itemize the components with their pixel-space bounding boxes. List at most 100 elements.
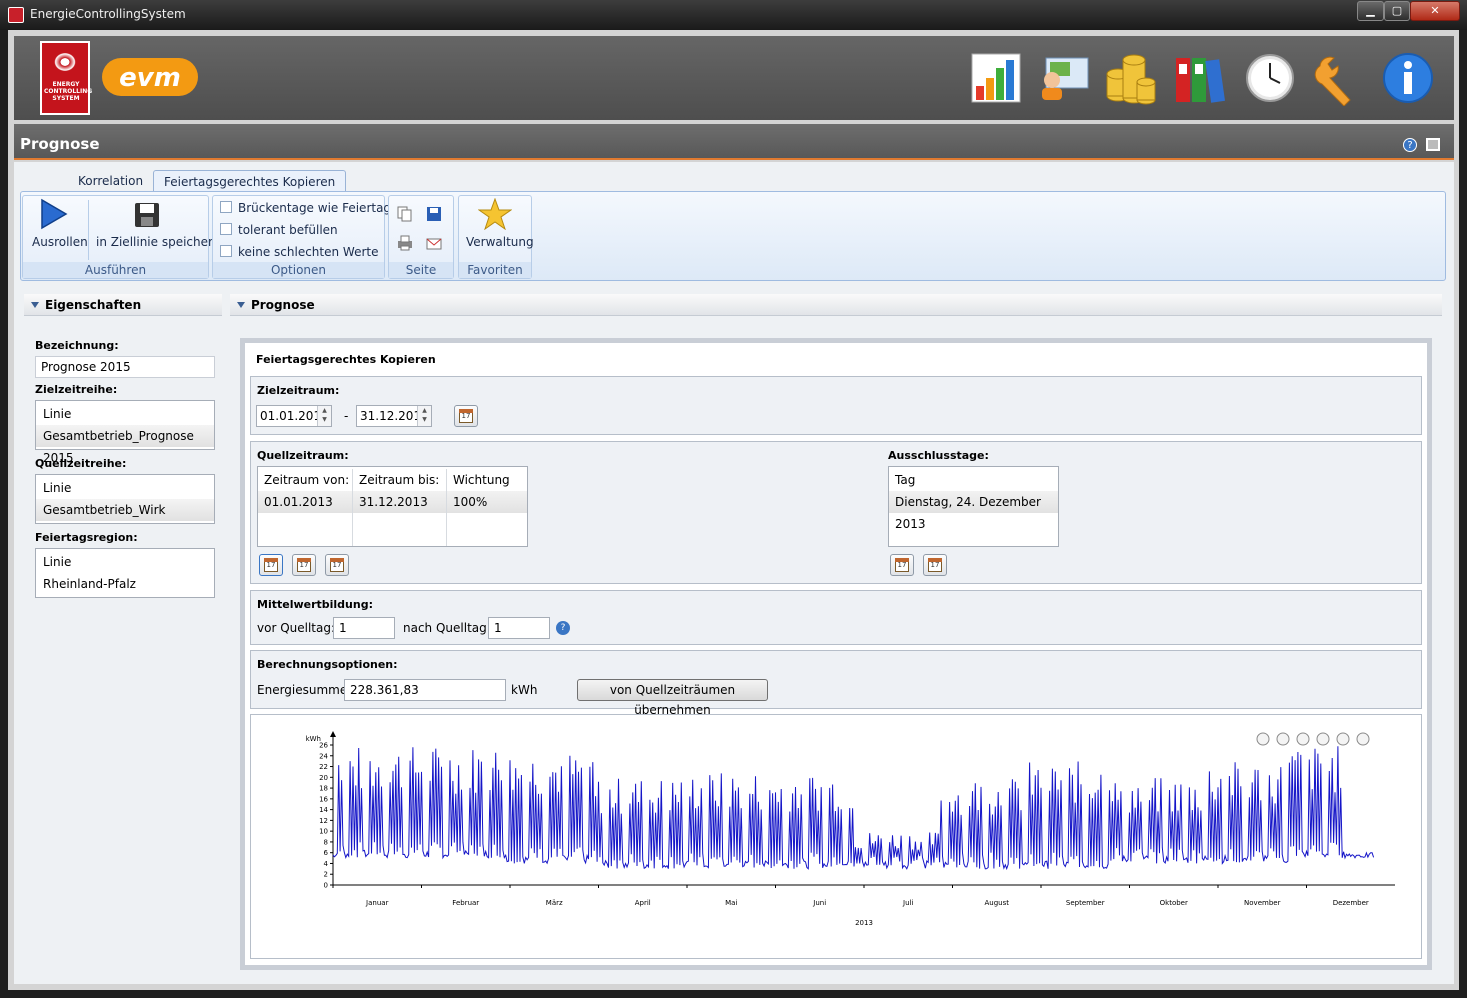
bezeichnung-field[interactable]: Prognose 2015	[35, 356, 215, 378]
nach-quelltag-label: nach Quelltag:	[403, 621, 491, 635]
y-axis-arrow	[330, 731, 336, 737]
column-header[interactable]: Wichtung	[447, 469, 527, 491]
table-cell[interactable]: 31.12.2013	[353, 491, 447, 513]
list-item[interactable]: Gesamtbetrieb_Wirk	[36, 499, 214, 521]
clock-icon[interactable]	[1242, 50, 1298, 106]
close-button[interactable]: ✕	[1410, 1, 1460, 21]
play-icon[interactable]	[38, 198, 70, 230]
module-title: Prognose	[20, 135, 100, 153]
calendar-edit-icon: 17	[297, 558, 311, 572]
save-small-icon[interactable]	[426, 206, 442, 222]
y-axis: kWh02468101214161820222426	[306, 731, 336, 890]
x-tick-label: Januar	[365, 899, 389, 907]
list-item[interactable]: Linie	[36, 477, 214, 499]
x-tick-label: Mai	[725, 899, 737, 907]
x-tick-label: Oktober	[1160, 899, 1188, 907]
svg-text:evm: evm	[119, 63, 181, 93]
chart-toolbar	[1256, 732, 1370, 746]
user-card-icon[interactable]	[1036, 50, 1092, 106]
ziel-to-field[interactable]: 31.12.2015 ▲ ▼	[356, 405, 432, 427]
quellzeitraum-table[interactable]: Zeitraum von: Zeitraum bis: Wichtung 01.…	[257, 466, 528, 547]
restore-icon[interactable]	[1426, 138, 1440, 151]
y-tick-label: 22	[319, 763, 328, 771]
speichern-button[interactable]: in Ziellinie speichern	[96, 235, 220, 249]
y-tick-label: 12	[319, 817, 328, 825]
series-line	[332, 746, 1375, 871]
mail-icon[interactable]	[426, 235, 442, 251]
edit-period-button[interactable]: 17	[292, 554, 316, 576]
tab-feiertagsgerechtes-kopieren[interactable]: Feiertagsgerechtes Kopieren	[153, 170, 347, 192]
add-exclusion-button[interactable]: 17	[890, 554, 914, 576]
table-cell[interactable]: 100%	[447, 491, 527, 513]
quellzeitraum-label: Quellzeitraum:	[257, 449, 349, 462]
zoom-out-icon	[1336, 732, 1350, 746]
keine-schlechten-checkbox[interactable]	[220, 245, 232, 257]
chart-icon[interactable]	[968, 50, 1024, 106]
vor-quelltag-field[interactable]: 1	[333, 617, 395, 639]
ziel-calendar-button[interactable]: 17	[454, 405, 478, 427]
mittelwert-section	[250, 590, 1422, 645]
app-icon	[8, 7, 24, 23]
ausschlusstage-table[interactable]: Tag Dienstag, 24. Dezember 2013	[888, 466, 1059, 547]
y-tick-label: 14	[319, 806, 328, 814]
tab-korrelation[interactable]: Korrelation	[68, 170, 153, 192]
delete-exclusion-button[interactable]: 17	[923, 554, 947, 576]
add-period-button[interactable]: 17	[259, 554, 283, 576]
quellzeitreihe-list[interactable]: Linie Gesamtbetrieb_Wirk	[35, 474, 215, 524]
zielzeitreihe-list[interactable]: Linie Gesamtbetrieb_Prognose 2015	[35, 400, 215, 465]
nach-quelltag-field[interactable]: 1	[488, 617, 550, 639]
verwaltung-button[interactable]: Verwaltung	[466, 235, 534, 249]
print-icon[interactable]	[397, 235, 413, 251]
y-tick-label: 10	[319, 828, 328, 836]
table-row[interactable]: Dienstag, 24. Dezember 2013	[889, 491, 1058, 531]
list-item[interactable]: Linie	[36, 403, 214, 425]
energiesumme-label: Energiesumme	[257, 683, 348, 697]
maximize-button[interactable]: ▢	[1384, 1, 1410, 21]
coins-icon[interactable]	[1102, 50, 1158, 106]
energiesumme-field[interactable]: 228.361,83	[344, 679, 506, 701]
delete-period-button[interactable]: 17	[325, 554, 349, 576]
star-icon[interactable]	[478, 198, 512, 230]
window-title: EnergieControllingSystem	[30, 7, 186, 21]
ziel-from-field[interactable]: 01.01.2015 ▲ ▼	[256, 405, 332, 427]
list-item[interactable]: Rheinland-Pfalz	[36, 573, 214, 595]
empty-rows	[258, 513, 527, 546]
table-row[interactable]: 01.01.2013 31.12.2013 100%	[258, 491, 527, 513]
y-tick-label: 0	[324, 882, 328, 890]
help-icon[interactable]: ?	[556, 621, 570, 635]
minimize-button[interactable]: ▁	[1357, 1, 1384, 21]
table-cell[interactable]: 01.01.2013	[258, 491, 353, 513]
zoom-in-icon	[1316, 732, 1330, 746]
list-item[interactable]: Linie	[36, 551, 214, 573]
info-icon[interactable]	[1380, 50, 1436, 106]
column-header[interactable]: Zeitraum von:	[258, 469, 353, 491]
energy-chart[interactable]: kWh02468101214161820222426 Januar Februar…	[251, 715, 1423, 960]
von-quellzeitraeumen-button[interactable]: von Quellzeiträumen übernehmen	[577, 679, 768, 717]
y-tick-label: 26	[319, 742, 328, 750]
ausrollen-button[interactable]: Ausrollen	[32, 235, 88, 249]
zielzeitreihe-label: Zielzeitreihe:	[35, 383, 118, 396]
wrench-icon[interactable]	[1310, 50, 1366, 106]
save-icon[interactable]	[133, 201, 161, 229]
feiertagsregion-label: Feiertagsregion:	[35, 531, 138, 544]
copy-icon[interactable]	[397, 206, 413, 222]
column-header[interactable]: Tag	[889, 469, 1058, 491]
pan-icon-bg	[1296, 732, 1310, 746]
feiertagsregion-list[interactable]: Linie Rheinland-Pfalz	[35, 548, 215, 598]
prognose-header[interactable]: Prognose	[230, 294, 1442, 316]
brueckentage-label: Brückentage wie Feiertage	[238, 201, 399, 215]
back-icon-bg	[1276, 732, 1290, 746]
list-item[interactable]: Gesamtbetrieb_Prognose 2015	[36, 425, 214, 465]
forward-icon	[1356, 732, 1370, 746]
collapse-icon	[237, 302, 245, 308]
evm-logo: evm	[102, 58, 198, 96]
help-icon[interactable]: ?	[1403, 138, 1417, 152]
collapse-icon	[31, 302, 39, 308]
table-cell[interactable]: Dienstag, 24. Dezember 2013	[889, 491, 1058, 535]
eigenschaften-header[interactable]: Eigenschaften	[24, 294, 222, 316]
prognose-title: Feiertagsgerechtes Kopieren	[256, 353, 436, 366]
column-header[interactable]: Zeitraum bis:	[353, 469, 447, 491]
brueckentage-checkbox[interactable]	[220, 201, 232, 213]
binders-icon[interactable]	[1172, 50, 1228, 106]
tolerant-checkbox[interactable]	[220, 223, 232, 235]
